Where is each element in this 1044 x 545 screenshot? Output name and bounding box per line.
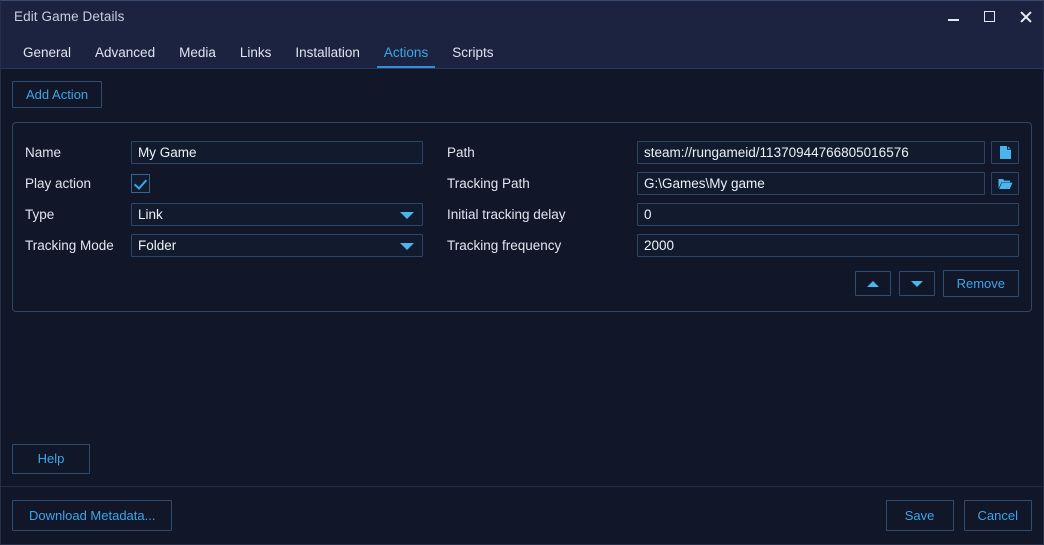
tab-media[interactable]: Media: [167, 45, 228, 69]
tab-installation[interactable]: Installation: [283, 45, 372, 69]
tab-general[interactable]: General: [11, 45, 83, 69]
tab-advanced[interactable]: Advanced: [83, 45, 167, 69]
initial-tracking-delay-cell: [637, 203, 1019, 226]
tab-links[interactable]: Links: [228, 45, 284, 69]
name-label: Name: [25, 145, 62, 160]
tab-actions[interactable]: Actions: [372, 45, 440, 69]
save-button[interactable]: Save: [885, 500, 954, 531]
action-item-buttons: Remove: [854, 270, 1019, 297]
play-action-checkbox[interactable]: [131, 174, 150, 193]
maximize-button[interactable]: [971, 1, 1007, 31]
tracking-path-input[interactable]: [637, 172, 985, 195]
add-action-button[interactable]: Add Action: [12, 81, 103, 108]
type-label: Type: [25, 207, 55, 222]
close-icon: [1019, 10, 1032, 23]
path-browse-button[interactable]: [991, 141, 1019, 164]
tracking-frequency-input[interactable]: [637, 234, 1019, 257]
play-action-cell: [131, 174, 423, 193]
tracking-frequency-label: Tracking frequency: [447, 238, 562, 253]
close-button[interactable]: [1007, 1, 1043, 31]
title-bar: Edit Game Details: [1, 1, 1043, 31]
move-action-down-button[interactable]: [898, 271, 935, 296]
actions-tab-content: Add Action Name Path: [1, 69, 1043, 486]
type-field-cell: [131, 203, 423, 226]
help-button[interactable]: Help: [12, 444, 90, 474]
file-icon: [999, 146, 1011, 159]
path-label: Path: [447, 145, 475, 160]
cancel-button[interactable]: Cancel: [963, 500, 1032, 531]
type-select-value[interactable]: [131, 203, 423, 226]
tracking-mode-select[interactable]: [131, 234, 423, 257]
type-select[interactable]: [131, 203, 423, 226]
tracking-mode-label: Tracking Mode: [25, 238, 114, 253]
tracking-frequency-cell: [637, 234, 1019, 257]
minimize-icon: [947, 19, 959, 21]
action-item-panel: Name Path Play action: [12, 122, 1032, 312]
arrow-up-icon: [866, 280, 879, 287]
tracking-path-field-cell: [637, 172, 1019, 195]
move-action-up-button[interactable]: [854, 271, 891, 296]
tracking-path-label: Tracking Path: [447, 176, 530, 191]
remove-action-button[interactable]: Remove: [942, 270, 1019, 297]
initial-tracking-delay-input[interactable]: [637, 203, 1019, 226]
name-field-cell: [131, 141, 423, 164]
folder-icon: [998, 179, 1012, 189]
help-row: Help: [12, 444, 90, 486]
window-title: Edit Game Details: [14, 8, 125, 24]
initial-tracking-delay-label: Initial tracking delay: [447, 207, 566, 222]
tracking-path-browse-button[interactable]: [991, 172, 1019, 195]
footer-bar: Download Metadata... Save Cancel: [1, 487, 1043, 544]
action-fields-grid: Name Path Play action: [25, 137, 1019, 261]
footer-actions: Save Cancel: [885, 500, 1032, 531]
tab-scripts[interactable]: Scripts: [440, 45, 505, 69]
name-input[interactable]: [131, 141, 423, 164]
tab-bar: General Advanced Media Links Installatio…: [1, 31, 1043, 69]
path-input[interactable]: [637, 141, 985, 164]
arrow-down-icon: [910, 280, 923, 287]
edit-game-details-window: Edit Game Details General Advanced Media…: [0, 0, 1044, 545]
path-field-cell: [637, 141, 1019, 164]
maximize-icon: [983, 10, 995, 22]
download-metadata-button[interactable]: Download Metadata...: [12, 500, 173, 531]
play-action-label: Play action: [25, 176, 92, 191]
add-action-row: Add Action: [12, 69, 1032, 108]
window-controls: [935, 1, 1043, 31]
tracking-mode-field-cell: [131, 234, 423, 257]
tracking-mode-select-value[interactable]: [131, 234, 423, 257]
minimize-button[interactable]: [935, 1, 971, 31]
